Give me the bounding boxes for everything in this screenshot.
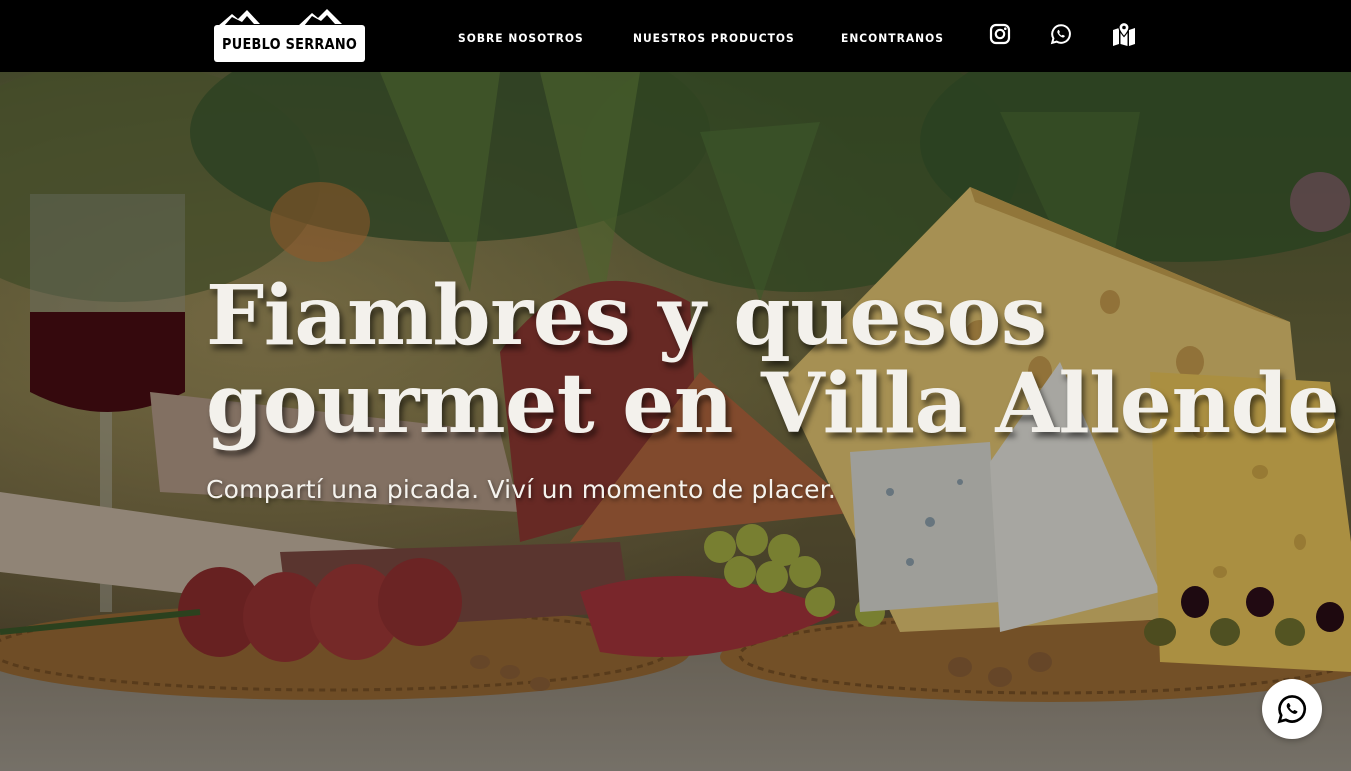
nav-link-encontranos[interactable]: ENCONTRANOS (841, 31, 944, 49)
hero-title-line-2: gourmet en Villa Allende (206, 356, 1340, 452)
logo-text: PUEBLO SERRANO (221, 34, 358, 53)
nav-link-sobre-nosotros[interactable]: SOBRE NOSOTROS (458, 31, 584, 49)
instagram-icon[interactable] (988, 22, 1012, 46)
floating-whatsapp-button[interactable] (1262, 679, 1322, 739)
brand-logo[interactable]: PUEBLO SERRANO (214, 8, 365, 64)
map-icon[interactable] (1111, 22, 1135, 46)
nav-link-nuestros-productos[interactable]: NUESTROS PRODUCTOS (633, 31, 795, 49)
hero-section: Fiambres y quesos gourmet en Villa Allen… (0, 72, 1351, 771)
hero-title-line-1: Fiambres y quesos (206, 268, 1047, 364)
logo-badge: PUEBLO SERRANO (214, 25, 365, 62)
hero-title: Fiambres y quesos gourmet en Villa Allen… (206, 268, 1340, 452)
site-header: PUEBLO SERRANO SOBRE NOSOTROS NUESTROS P… (0, 0, 1351, 72)
whatsapp-icon (1277, 695, 1307, 724)
whatsapp-icon[interactable] (1049, 22, 1073, 46)
hero-subtitle: Compartí una picada. Viví un momento de … (206, 475, 837, 504)
